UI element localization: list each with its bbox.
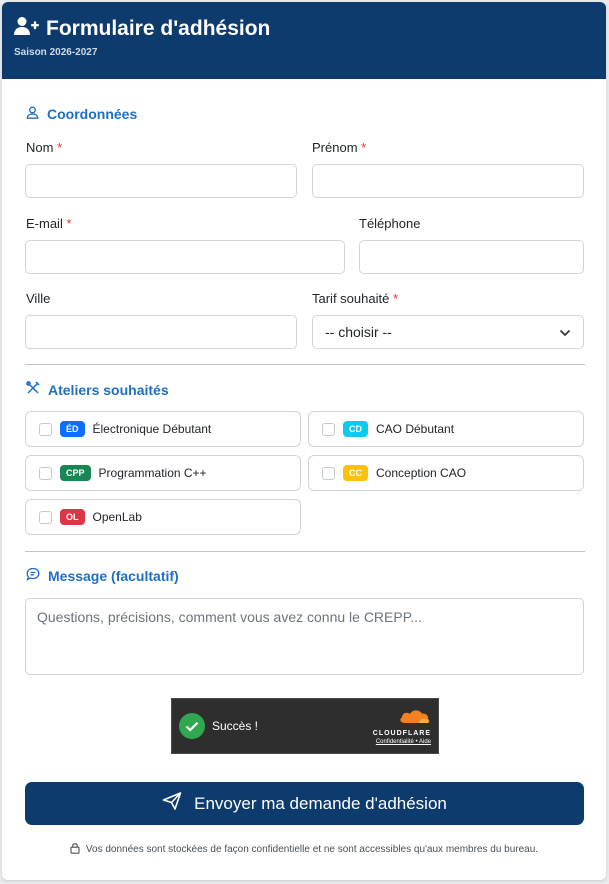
- season-subtitle: Saison 2026-2027: [14, 47, 98, 58]
- email-label: E-mail *: [26, 216, 72, 231]
- section-contact-title: Coordonnées: [26, 106, 137, 122]
- section-divider: [25, 551, 585, 552]
- nom-label: Nom *: [26, 140, 63, 155]
- tarif-label: Tarif souhaité *: [312, 291, 399, 306]
- workshop-label: OpenLab: [92, 510, 142, 524]
- workshop-option-electronique[interactable]: ÉD Électronique Débutant: [25, 411, 301, 447]
- cloudflare-logo-icon: [397, 708, 431, 729]
- turnstile-widget[interactable]: Succès ! CLOUDFLARE Confidentialité • Ai…: [171, 698, 439, 754]
- prenom-input[interactable]: [312, 164, 584, 198]
- form-title: Formulaire d'adhésion: [46, 16, 271, 40]
- workshop-checkbox[interactable]: [39, 466, 52, 480]
- workshop-badge: CC: [343, 465, 368, 481]
- workshop-checkbox[interactable]: [322, 466, 335, 480]
- submit-label: Envoyer ma demande d'adhésion: [194, 793, 447, 813]
- section-message-title: Message (facultatif): [26, 567, 179, 584]
- submit-button[interactable]: Envoyer ma demande d'adhésion: [25, 782, 584, 825]
- prenom-label: Prénom *: [312, 140, 367, 155]
- workshop-badge: CD: [343, 421, 368, 437]
- workshop-checkbox[interactable]: [39, 422, 52, 436]
- workshop-option-conception-cao[interactable]: CC Conception CAO: [308, 455, 584, 491]
- chevron-down-icon: [559, 324, 571, 340]
- telephone-input[interactable]: [359, 240, 584, 274]
- workshop-label: Programmation C++: [98, 466, 207, 480]
- ville-input[interactable]: [25, 315, 297, 349]
- workshop-badge: ÉD: [60, 421, 85, 437]
- captcha-links: Confidentialité • Aide: [376, 739, 431, 745]
- chat-icon: [26, 567, 40, 584]
- workshop-badge: CPP: [60, 465, 91, 481]
- section-workshops-label: Ateliers souhaités: [48, 381, 169, 398]
- tarif-select[interactable]: -- choisir --: [312, 315, 584, 349]
- help-link[interactable]: Aide: [419, 739, 431, 745]
- privacy-link[interactable]: Confidentialité: [376, 739, 414, 745]
- workshop-label: CAO Débutant: [376, 422, 455, 436]
- membership-form-card: Formulaire d'adhésion Saison 2026-2027 C…: [2, 2, 606, 880]
- workshop-checkbox[interactable]: [322, 422, 335, 436]
- ville-label: Ville: [26, 291, 51, 306]
- telephone-label: Téléphone: [359, 216, 421, 231]
- checkmark-icon: [179, 713, 205, 739]
- cloudflare-wordmark: CLOUDFLARE: [372, 729, 431, 737]
- user-plus-icon: [14, 16, 40, 41]
- nom-input[interactable]: [25, 164, 297, 198]
- captcha-status: Succès !: [212, 719, 259, 733]
- tarif-selected-value: -- choisir --: [325, 324, 392, 340]
- workshop-option-cao-debutant[interactable]: CD CAO Débutant: [308, 411, 584, 447]
- email-input[interactable]: [25, 240, 345, 274]
- section-message-label: Message (facultatif): [48, 567, 179, 584]
- lock-icon: [70, 842, 80, 857]
- section-workshops-title: Ateliers souhaités: [26, 381, 169, 398]
- form-header: Formulaire d'adhésion Saison 2026-2027: [2, 2, 606, 79]
- section-divider: [25, 364, 585, 365]
- send-icon: [162, 792, 182, 815]
- cloudflare-branding: CLOUDFLARE Confidentialité • Aide: [373, 708, 431, 745]
- section-contact-label: Coordonnées: [47, 106, 138, 122]
- privacy-note-text: Vos données sont stockées de façon confi…: [85, 844, 539, 855]
- privacy-note: Vos données sont stockées de façon confi…: [2, 842, 606, 857]
- workshop-label: Conception CAO: [376, 466, 467, 480]
- tools-icon: [26, 381, 40, 398]
- message-textarea[interactable]: [25, 598, 584, 675]
- workshop-option-cpp[interactable]: CPP Programmation C++: [25, 455, 301, 491]
- workshop-badge: OL: [60, 509, 85, 525]
- workshop-option-openlab[interactable]: OL OpenLab: [25, 499, 301, 535]
- workshop-label: Électronique Débutant: [92, 422, 212, 436]
- person-icon: [26, 106, 39, 122]
- workshop-checkbox[interactable]: [39, 510, 52, 524]
- link-separator: •: [415, 738, 418, 745]
